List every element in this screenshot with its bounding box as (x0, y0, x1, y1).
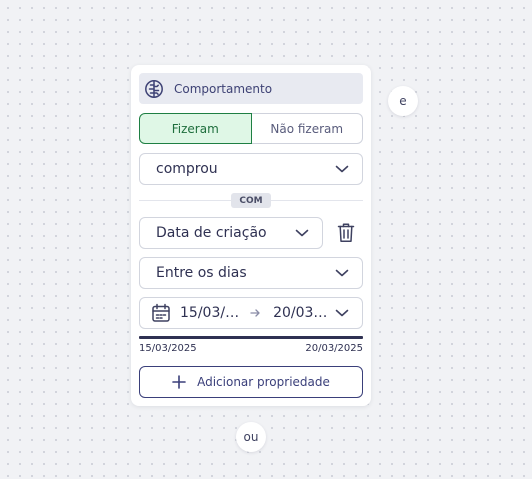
date-range-picker[interactable]: 15/03/… 20/03… (139, 297, 363, 329)
toggle-did-not-option[interactable]: Não fizeram (251, 113, 363, 144)
connector-badge: COM (231, 193, 271, 208)
slider-max-label: 20/03/2025 (305, 343, 363, 354)
property-select[interactable]: Data de criação (139, 217, 323, 249)
and-connector-button[interactable]: e (388, 86, 418, 116)
filter-header: Comportamento (139, 73, 363, 104)
did-toggle: Fizeram Não fizeram (139, 113, 363, 144)
chevron-down-icon (335, 269, 349, 277)
arrow-right-icon (250, 308, 260, 318)
date-range-slider[interactable] (139, 336, 363, 339)
toggle-did-option[interactable]: Fizeram (139, 113, 252, 144)
date-to: 20/03… (273, 305, 328, 321)
chevron-down-icon (295, 229, 309, 237)
or-connector-button[interactable]: ou (236, 422, 266, 452)
filter-title: Comportamento (174, 81, 273, 96)
behavior-filter-card: Comportamento Fizeram Não fizeram compro… (131, 65, 371, 406)
event-select-value: comprou (156, 161, 218, 177)
delete-property-button[interactable] (335, 221, 357, 243)
plus-icon (172, 375, 186, 389)
slider-min-label: 15/03/2025 (139, 343, 197, 354)
calendar-icon (151, 303, 171, 323)
brain-icon (144, 79, 164, 99)
chevron-down-icon (335, 165, 349, 173)
chevron-down-icon (335, 309, 349, 317)
trash-icon (337, 222, 355, 242)
event-select[interactable]: comprou (139, 153, 363, 185)
operator-select-value: Entre os dias (156, 265, 247, 281)
date-from: 15/03/… (180, 305, 240, 321)
operator-select[interactable]: Entre os dias (139, 257, 363, 289)
property-select-value: Data de criação (156, 225, 267, 241)
add-property-label: Adicionar propriedade (197, 375, 330, 389)
add-property-button[interactable]: Adicionar propriedade (139, 366, 363, 398)
